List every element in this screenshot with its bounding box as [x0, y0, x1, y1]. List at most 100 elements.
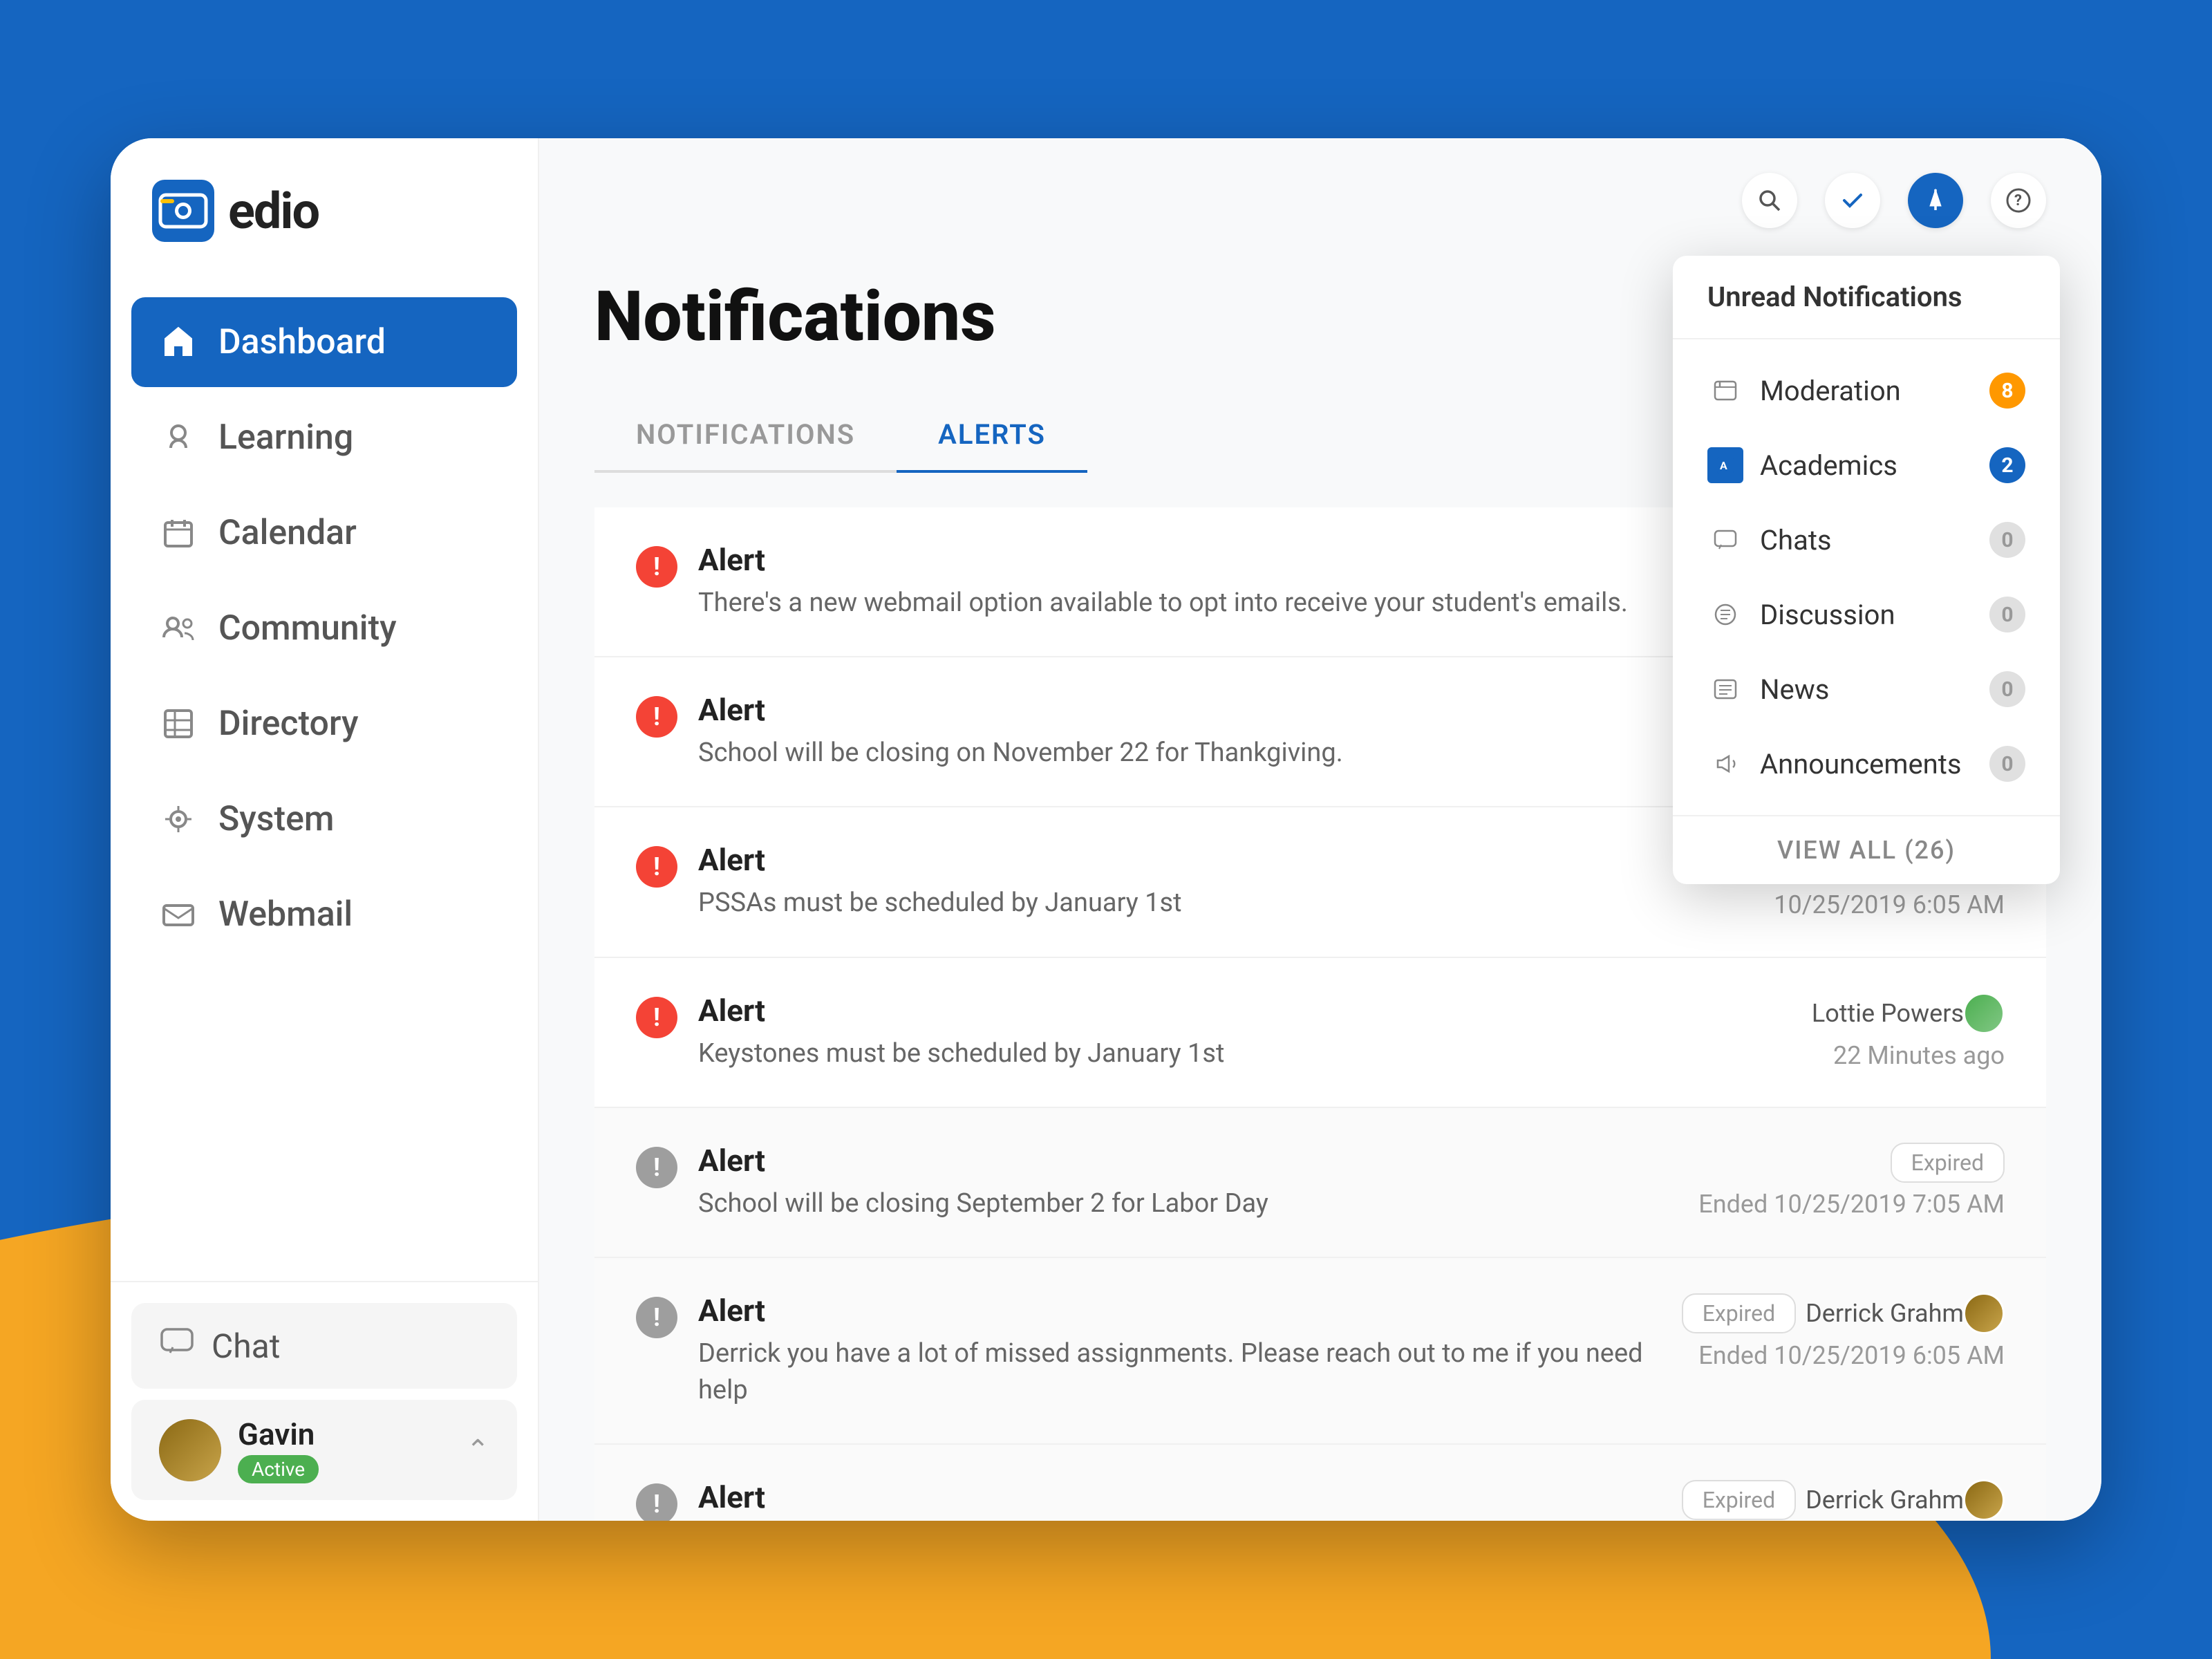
notification-body: Alert School will be closing September 2…	[698, 1143, 1678, 1222]
sidebar-item-calendar[interactable]: Calendar	[131, 488, 517, 578]
notification-item[interactable]: ! Alert School will be closing on Novemb…	[594, 1445, 2046, 1521]
mini-avatar	[1963, 1479, 2005, 1521]
academics-icon: A	[1707, 447, 1743, 483]
academics-badge: 2	[1989, 447, 2025, 483]
sidebar-item-system[interactable]: System	[131, 774, 517, 864]
sidebar-bottom: Chat Gavin Active ⌃	[111, 1281, 538, 1521]
view-all-button[interactable]: VIEW ALL (26)	[1673, 815, 2060, 884]
tab-alerts[interactable]: ALERTS	[897, 399, 1087, 473]
dropdown-row-label-discussion: Discussion	[1760, 599, 1973, 631]
dropdown-header: Unread Notifications	[1673, 256, 2060, 339]
dropdown-row-discussion[interactable]: Discussion 0	[1673, 577, 2060, 652]
alert-icon-red: !	[636, 997, 677, 1038]
news-icon	[1707, 671, 1743, 707]
calendar-icon	[159, 514, 198, 552]
logo-area: edio	[111, 180, 538, 297]
svg-text:?: ?	[2014, 192, 2022, 209]
notification-body: Alert School will be closing on November…	[698, 692, 1676, 771]
user-info: Gavin Active	[238, 1416, 449, 1483]
chevron-up-icon: ⌃	[466, 1434, 489, 1466]
notification-desc: Derrick you have a lot of missed assignm…	[698, 1335, 1661, 1409]
tasks-button[interactable]	[1825, 173, 1880, 228]
notification-body: Alert PSSAs must be scheduled by January…	[698, 842, 1721, 921]
dropdown-row-label-news: News	[1760, 673, 1973, 706]
notification-item[interactable]: ! Alert Keystones must be scheduled by J…	[594, 958, 2046, 1108]
dropdown-row-label-academics: Academics	[1760, 449, 1973, 482]
page-title: Notifications	[594, 276, 996, 357]
alert-icon-red: !	[636, 846, 677, 888]
community-icon	[159, 609, 198, 648]
notification-title: Alert	[698, 842, 1721, 878]
alert-icon-gray: !	[636, 1147, 677, 1188]
notification-user: Derrick Grahm	[1806, 1485, 1964, 1515]
notification-title: Alert	[698, 692, 1676, 728]
notification-item[interactable]: ! Alert Derrick you have a lot of missed…	[594, 1258, 2046, 1445]
user-area[interactable]: Gavin Active ⌃	[131, 1400, 517, 1500]
chat-label: Chat	[212, 1327, 281, 1366]
expired-badge: Expired	[1682, 1293, 1796, 1333]
dropdown-row-label-announcements: Announcements	[1760, 748, 1973, 780]
sidebar-item-learning-label: Learning	[218, 418, 353, 458]
sidebar-item-dashboard-label: Dashboard	[218, 322, 386, 362]
notification-time: Ended 10/25/2019 6:05 AM	[1698, 1341, 2005, 1370]
alert-icon-red: !	[636, 696, 677, 738]
dropdown-row-label-moderation: Moderation	[1760, 375, 1973, 407]
dropdown-row-news[interactable]: News 0	[1673, 652, 2060, 727]
topbar: ?	[539, 138, 2101, 249]
dropdown-row-moderation[interactable]: Moderation 8	[1673, 353, 2060, 428]
notification-desc: School will be closing on November 22 fo…	[698, 735, 1676, 771]
system-icon	[159, 800, 198, 838]
notifications-button[interactable]	[1908, 173, 1963, 228]
sidebar-item-webmail-label: Webmail	[218, 894, 353, 935]
nav-items: Dashboard Learning	[111, 297, 538, 1281]
notification-meta: Expired Derrick Grahm Ended 10/25/2019 6…	[1682, 1479, 2005, 1521]
dropdown-row-label-chats: Chats	[1760, 524, 1973, 556]
notification-desc: Keystones must be scheduled by January 1…	[698, 1035, 1721, 1072]
notification-desc: There's a new webmail option available t…	[698, 585, 1721, 621]
mini-avatar	[1963, 1293, 2005, 1334]
learning-icon	[159, 418, 198, 457]
avatar	[159, 1419, 221, 1481]
notification-user: Lottie Powers	[1812, 999, 1964, 1028]
tab-notifications[interactable]: NOTIFICATIONS	[594, 399, 897, 473]
sidebar-item-webmail[interactable]: Webmail	[131, 870, 517, 959]
moderation-badge: 8	[1989, 373, 2025, 409]
notification-body: Alert School will be closing on November…	[698, 1479, 1661, 1521]
notification-title: Alert	[698, 993, 1721, 1029]
dropdown-row-announcements[interactable]: Announcements 0	[1673, 727, 2060, 801]
app-name: edio	[228, 182, 319, 241]
alert-icon-gray: !	[636, 1297, 677, 1338]
svg-text:A: A	[1720, 459, 1727, 472]
user-name: Gavin	[238, 1416, 449, 1452]
discussion-badge: 0	[1989, 597, 2025, 632]
sidebar-item-community[interactable]: Community	[131, 583, 517, 673]
chats-icon	[1707, 522, 1743, 558]
dropdown-row-chats[interactable]: Chats 0	[1673, 503, 2060, 577]
help-button[interactable]: ?	[1991, 173, 2046, 228]
chat-icon	[159, 1324, 195, 1368]
notification-time: 10/25/2019 6:05 AM	[1774, 890, 2005, 919]
sidebar-item-directory[interactable]: Directory	[131, 679, 517, 769]
notification-meta: Expired Derrick Grahm Ended 10/25/2019 6…	[1682, 1293, 2005, 1370]
main-content: ? Notifications VIEWING NOTIFICATIONS AL…	[539, 138, 2101, 1521]
expired-badge: Expired	[1891, 1143, 2005, 1183]
notification-desc: PSSAs must be scheduled by January 1st	[698, 885, 1721, 921]
notification-title: Alert	[698, 542, 1721, 578]
chat-button[interactable]: Chat	[131, 1303, 517, 1389]
app-container: edio Dashboard Lear	[111, 138, 2101, 1521]
moderation-icon	[1707, 373, 1743, 409]
dropdown-row-academics[interactable]: A Academics 2	[1673, 428, 2060, 503]
sidebar-item-system-label: System	[218, 799, 334, 839]
notification-title: Alert	[698, 1143, 1678, 1179]
notification-item[interactable]: ! Alert School will be closing September…	[594, 1108, 2046, 1258]
notification-body: Alert There's a new webmail option avail…	[698, 542, 1721, 621]
search-button[interactable]	[1742, 173, 1797, 228]
sidebar-item-calendar-label: Calendar	[218, 513, 357, 553]
sidebar-item-learning[interactable]: Learning	[131, 393, 517, 482]
mini-avatar	[1963, 993, 2005, 1034]
logo-icon	[152, 180, 214, 242]
announcements-icon	[1707, 746, 1743, 782]
expired-badge: Expired	[1682, 1480, 1796, 1520]
sidebar-item-dashboard[interactable]: Dashboard	[131, 297, 517, 387]
discussion-icon	[1707, 597, 1743, 632]
